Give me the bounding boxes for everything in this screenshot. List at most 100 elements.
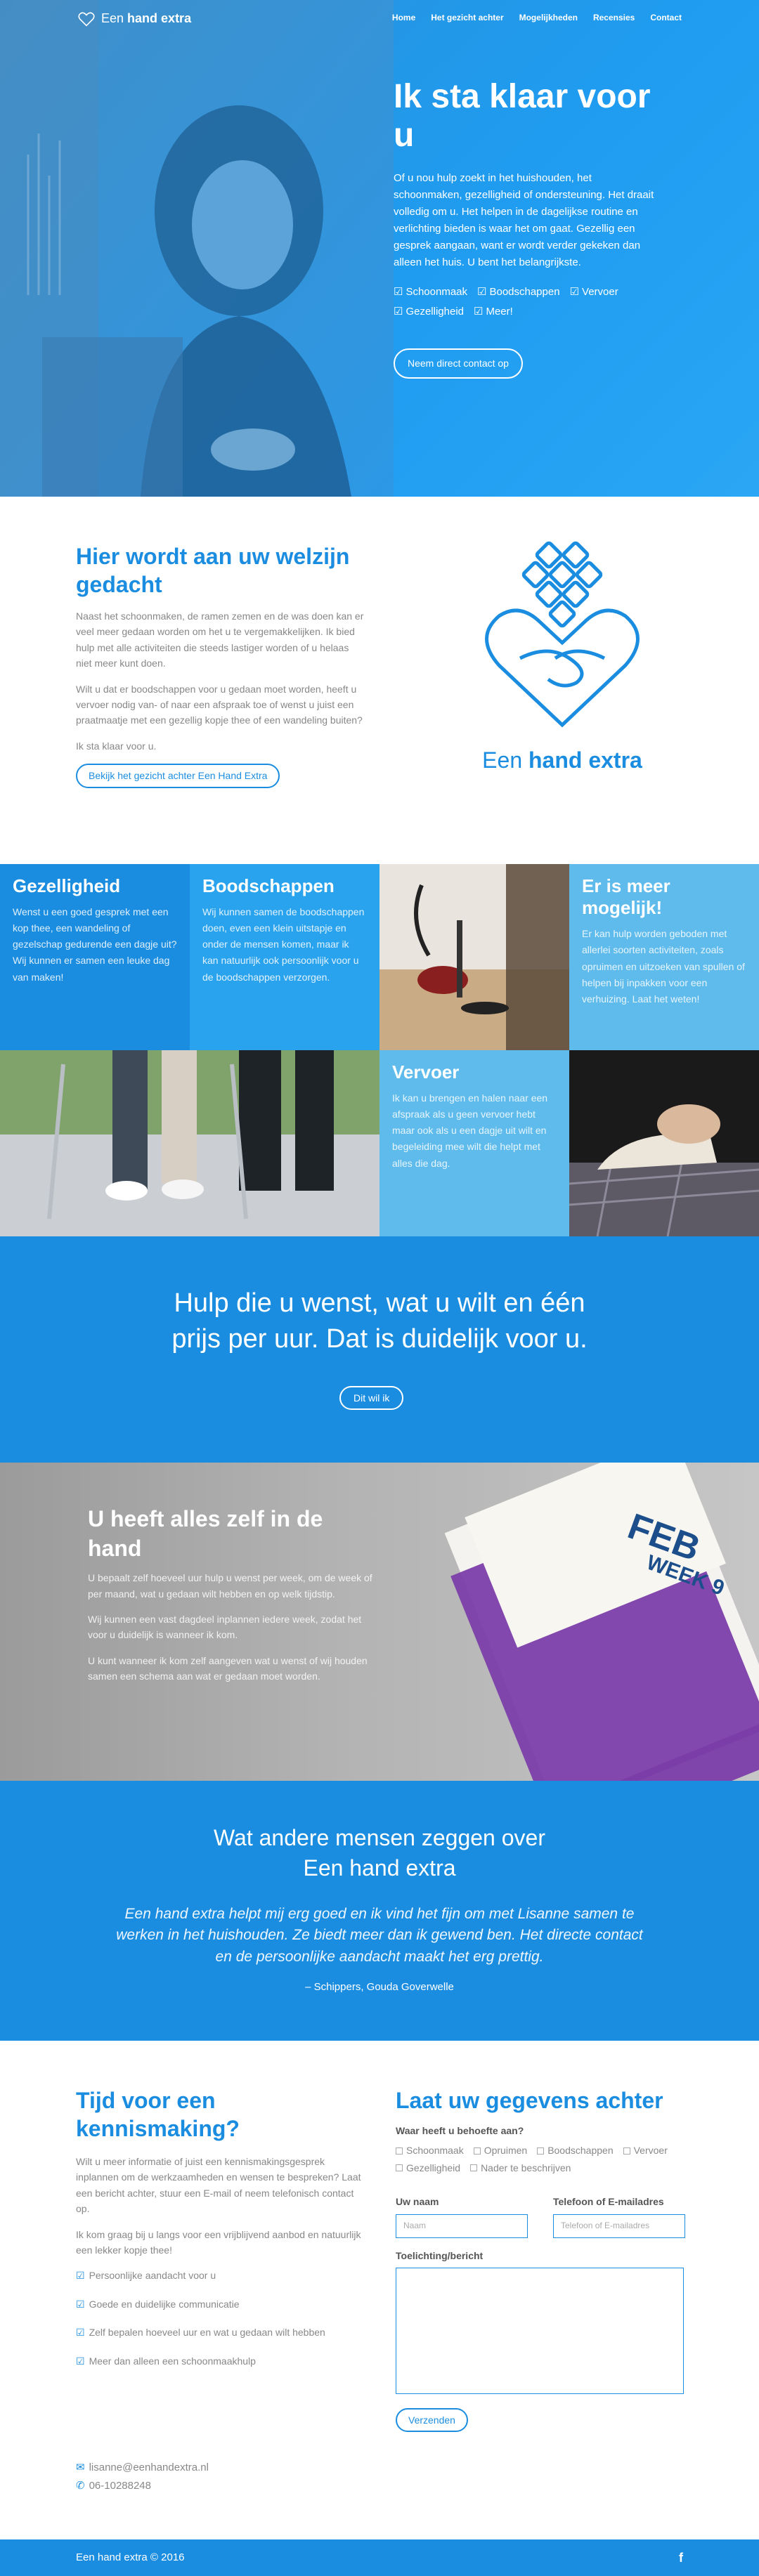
email-link[interactable]: lisanne@eenhandextra.nl bbox=[89, 2459, 209, 2477]
nav-item-mogelijkheden[interactable]: Mogelijkheden bbox=[519, 11, 578, 25]
tile-title: Er is meer mogelijk! bbox=[582, 875, 670, 919]
benefit-item: ☑ Goede en duidelijke communicatie bbox=[76, 2296, 364, 2312]
checkbox-icon: ☑ bbox=[394, 306, 403, 318]
name-label: Uw naam bbox=[396, 2196, 439, 2208]
tile-title: Gezelligheid bbox=[13, 875, 121, 896]
option-opruimen[interactable]: Opruimen bbox=[473, 2143, 527, 2158]
tile-title: Boodschappen bbox=[202, 875, 335, 896]
copyright: Een hand extra © 2016 bbox=[76, 2551, 185, 2563]
site-footer: Een hand extra © 2016 f bbox=[0, 2539, 759, 2576]
contact-title: Tijd voor een kennismaking? bbox=[76, 2088, 240, 2141]
cta-title: Hulp die u wenst, wat u wilt en één prij… bbox=[171, 1288, 588, 1354]
checkbox-icon: ☑ bbox=[477, 286, 487, 299]
phone-icon: ✆ bbox=[76, 2479, 85, 2492]
logo[interactable]: Een hand extra bbox=[77, 8, 191, 29]
welcome-title: Hier wordt aan uw welzijn gedacht bbox=[76, 544, 350, 597]
message-label: Toelichting/bericht bbox=[396, 2249, 484, 2261]
check-item: ☑ Gezelligheid bbox=[394, 303, 464, 320]
welcome-paragraph: Wilt u dat er boodschappen voor u gedaan… bbox=[76, 683, 363, 726]
envelope-icon: ✉ bbox=[76, 2461, 85, 2473]
testimonial-author: – Schippers, Gouda Goverwelle bbox=[305, 1981, 454, 1993]
hero-text: Of u nou hulp zoekt in het huishouden, h… bbox=[394, 172, 654, 269]
welcome-paragraph: Ik sta klaar voor u. bbox=[76, 740, 157, 752]
name-input[interactable]: Naam bbox=[396, 2214, 528, 2238]
checkbox-icon: ☑ bbox=[76, 2327, 85, 2339]
contact-intro: Tijd voor een kennismaking? Wilt u meer … bbox=[76, 2086, 364, 2381]
self-paragraph: Wij kunnen een vast dagdeel inplannen ie… bbox=[88, 1613, 362, 1641]
needs-label: Waar heeft u behoefte aan? bbox=[396, 2125, 524, 2136]
check-item: ☑ Vervoer bbox=[570, 284, 618, 301]
checkbox-icon: ☑ bbox=[76, 2355, 85, 2367]
checkbox[interactable] bbox=[473, 2147, 481, 2155]
pricing-cta-section: Hulp die u wenst, wat u wilt en één prij… bbox=[0, 1236, 759, 1463]
checkbox[interactable] bbox=[396, 2164, 403, 2171]
option-nader-te-beschrijven[interactable]: Nader te beschrijven bbox=[470, 2160, 571, 2176]
name-field-group: Uw naam Naam bbox=[396, 2194, 528, 2238]
heart-hands-logo-icon bbox=[485, 541, 640, 728]
message-textarea[interactable] bbox=[396, 2267, 684, 2394]
option-schoonmaak[interactable]: Schoonmaak bbox=[396, 2143, 464, 2158]
brand-logo-large: Een hand extra bbox=[457, 539, 668, 778]
main-nav: Home Het gezicht achter Mogelijkheden Re… bbox=[392, 11, 682, 25]
contact-label: Telefoon of E-mailadres bbox=[553, 2196, 664, 2208]
checkbox[interactable] bbox=[623, 2147, 630, 2155]
needs-options: Schoonmaak Opruimen Boodschappen Vervoer… bbox=[396, 2143, 677, 2176]
service-tile-boodschappen: Boodschappen Wij kunnen samen de boodsch… bbox=[190, 864, 379, 1050]
calendar-photo: FEB WEEK 9 bbox=[444, 1463, 759, 1781]
tile-body: Ik kan u brengen en halen naar een afspr… bbox=[392, 1092, 548, 1169]
service-tile-meer: Er is meer mogelijk! Er kan hulp worden … bbox=[569, 864, 759, 1050]
logo-text: Een hand extra bbox=[101, 11, 192, 25]
nav-item-recensies[interactable]: Recensies bbox=[593, 11, 635, 25]
option-gezelligheid[interactable]: Gezelligheid bbox=[396, 2160, 460, 2176]
contact-now-button[interactable]: Neem direct contact op bbox=[394, 348, 523, 379]
self-control-section: FEB WEEK 9 U heeft alles zelf in de hand… bbox=[0, 1463, 759, 1781]
benefit-item: ☑ Persoonlijke aandacht voor u bbox=[76, 2268, 364, 2283]
benefit-item: ☑ Zelf bepalen hoeveel uur en wat u gedaa… bbox=[76, 2325, 364, 2340]
tile-title: Vervoer bbox=[392, 1061, 460, 1083]
option-vervoer[interactable]: Vervoer bbox=[623, 2143, 668, 2158]
contact-info: ✉ lisanne@eenhandextra.nl ✆ 06-10288248 bbox=[76, 2459, 209, 2495]
service-tile-vervoer: Vervoer Ik kan u brengen en halen naar e… bbox=[379, 1050, 569, 1236]
nav-item-contact[interactable]: Contact bbox=[650, 11, 682, 25]
checkbox-icon: ☑ bbox=[76, 2298, 85, 2310]
check-item: ☑ Schoonmaak bbox=[394, 284, 467, 301]
option-boodschappen[interactable]: Boodschappen bbox=[537, 2143, 614, 2158]
checkbox-icon: ☑ bbox=[394, 286, 403, 299]
self-paragraph: U kunt wanneer ik kom zelf aangeven wat … bbox=[88, 1654, 368, 1682]
about-button[interactable]: Bekijk het gezicht achter Een Hand Extra bbox=[76, 764, 280, 788]
contact-paragraph: Wilt u meer informatie of juist een kenn… bbox=[76, 2156, 361, 2215]
testimonial-quote: Een hand extra helpt mij erg goed en ik … bbox=[116, 1906, 643, 1965]
benefit-item: ☑ Meer dan alleen een schoonmaakhulp bbox=[76, 2353, 364, 2369]
welcome-paragraph: Naast het schoonmaken, de ramen zemen en… bbox=[76, 610, 364, 669]
logo-wordmark: Een hand extra bbox=[482, 747, 642, 773]
checkbox-icon: ☑ bbox=[76, 2270, 85, 2282]
email-row: ✉ lisanne@eenhandextra.nl bbox=[76, 2459, 209, 2477]
testimonial-title: Wat andere mensen zeggen over Een hand e… bbox=[214, 1825, 545, 1881]
ironing-photo bbox=[569, 1050, 759, 1236]
facebook-icon[interactable]: f bbox=[679, 2548, 683, 2568]
checkbox[interactable] bbox=[537, 2147, 545, 2155]
phone-row: ✆ 06-10288248 bbox=[76, 2477, 209, 2495]
contact-paragraph: Ik kom graag bij u langs voor een vrijbl… bbox=[76, 2228, 361, 2256]
hero-checklist: ☑ Schoonmaak ☑ Boodschappen ☑ Vervoer ☑ Geze… bbox=[394, 284, 661, 320]
service-tile-gezelligheid: Gezelligheid Wenst u een goed gesprek me… bbox=[0, 864, 190, 1050]
want-this-button[interactable]: Dit wil ik bbox=[339, 1386, 404, 1411]
hero-section: Ik sta klaar voor u Of u nou hulp zoekt … bbox=[0, 0, 759, 497]
self-content: U heeft alles zelf in de hand U bepaalt … bbox=[88, 1505, 376, 1694]
hero-title: Ik sta klaar voor u bbox=[394, 78, 651, 155]
form-title: Laat uw gegevens achter bbox=[396, 2088, 663, 2113]
contact-section: Tijd voor een kennismaking? Wilt u meer … bbox=[0, 2041, 759, 2539]
nav-item-home[interactable]: Home bbox=[392, 11, 415, 25]
welcome-section: Hier wordt aan uw welzijn gedacht Naast … bbox=[0, 497, 759, 864]
phone-link[interactable]: 06-10288248 bbox=[89, 2477, 151, 2495]
vacuum-cleaner-photo bbox=[379, 864, 569, 1050]
contact-form: Laat uw gegevens achter Waar heeft u beh… bbox=[396, 2086, 685, 2433]
contact-input[interactable]: Telefoon of E-mailadres bbox=[553, 2214, 685, 2238]
nav-item-het-gezicht-achter[interactable]: Het gezicht achter bbox=[431, 11, 503, 25]
welcome-text-block: Hier wordt aan uw welzijn gedacht Naast … bbox=[76, 542, 364, 788]
checkbox[interactable] bbox=[396, 2147, 403, 2155]
testimonial-section: Wat andere mensen zeggen over Een hand e… bbox=[0, 1781, 759, 2041]
contact-field-group: Telefoon of E-mailadres Telefoon of E-ma… bbox=[553, 2194, 685, 2238]
submit-button[interactable]: Verzenden bbox=[396, 2407, 468, 2433]
checkbox[interactable] bbox=[470, 2164, 478, 2171]
